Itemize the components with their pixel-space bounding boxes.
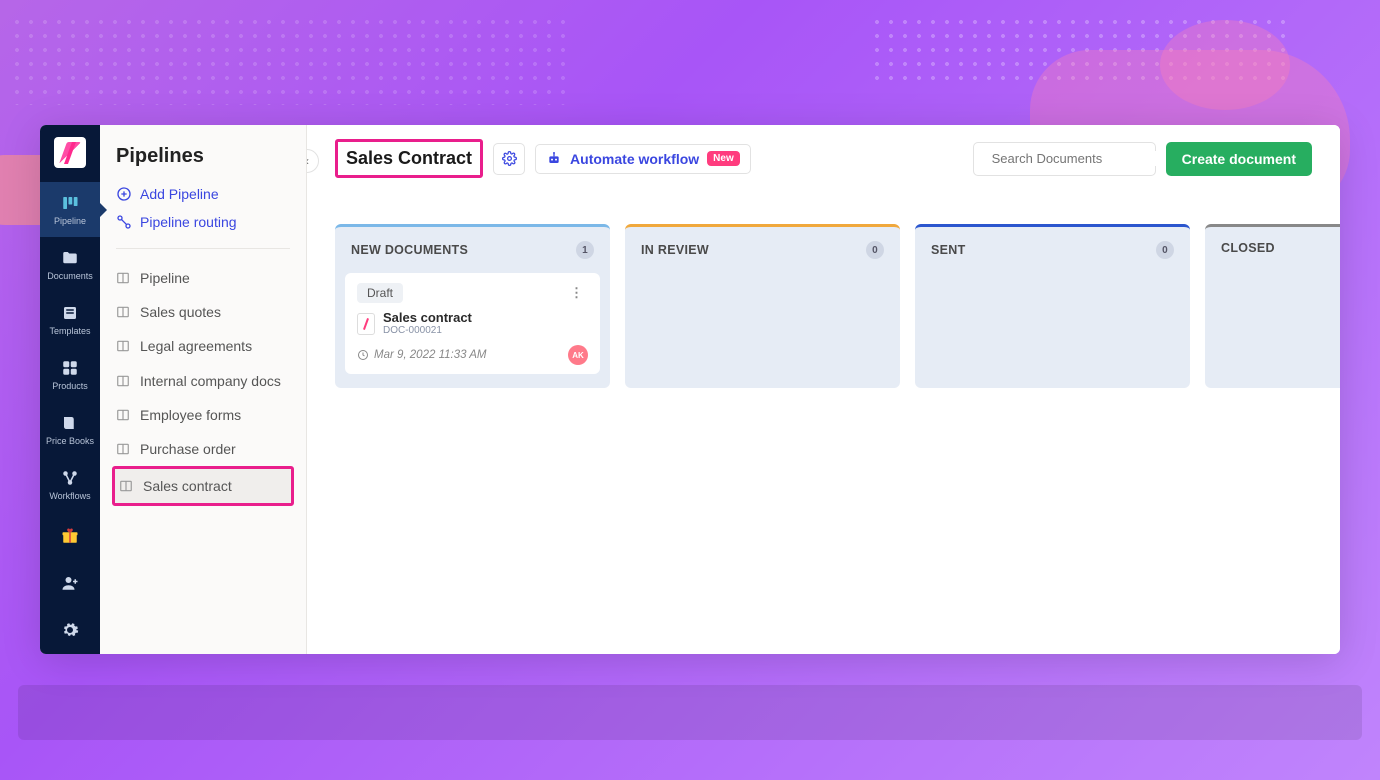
sidebar-item-internal-docs[interactable]: Internal company docs — [100, 364, 306, 398]
sidebar-item-legal-agreements[interactable]: Legal agreements — [100, 329, 306, 363]
columns-icon — [116, 374, 130, 388]
nav-products[interactable]: Products — [40, 347, 100, 402]
sidebar-item-sales-contract[interactable]: Sales contract — [115, 469, 291, 503]
automate-workflow-button[interactable]: Automate workflow New — [535, 144, 751, 174]
column-sent: SENT 0 — [915, 224, 1190, 388]
main-content: ‹ Sales Contract Automate workflow New C… — [307, 125, 1340, 654]
plus-circle-icon — [116, 186, 132, 202]
sidebar: Pipelines Add Pipeline Pipeline routing … — [100, 125, 307, 654]
create-document-button[interactable]: Create document — [1166, 142, 1312, 176]
pipeline-routing-action[interactable]: Pipeline routing — [100, 208, 306, 236]
settings-button[interactable] — [493, 143, 525, 175]
add-pipeline-action[interactable]: Add Pipeline — [100, 180, 306, 208]
grid-icon — [61, 359, 79, 377]
nav-rail: Pipeline Documents Templates Products Pr… — [40, 125, 100, 654]
automate-label: Automate workflow — [570, 151, 699, 167]
kanban-icon — [61, 194, 79, 212]
routing-icon — [116, 214, 132, 230]
nav-workflows[interactable]: Workflows — [40, 458, 100, 513]
gear-icon — [61, 621, 79, 639]
kanban-board: NEW DOCUMENTS 1 Draft ⋮ Sales contract D… — [335, 224, 1340, 388]
book-icon — [61, 414, 79, 432]
sidebar-item-sales-quotes[interactable]: Sales quotes — [100, 295, 306, 329]
new-badge: New — [707, 151, 740, 166]
templates-icon — [61, 304, 79, 322]
document-icon — [357, 313, 375, 335]
nav-label: Templates — [49, 326, 90, 336]
nav-label: Documents — [47, 271, 93, 281]
gear-icon — [502, 151, 517, 166]
list-item-label: Sales contract — [143, 477, 232, 495]
sidebar-item-pipeline[interactable]: Pipeline — [100, 261, 306, 295]
nav-label: Workflows — [49, 491, 90, 501]
nav-templates[interactable]: Templates — [40, 292, 100, 347]
collapse-sidebar-button[interactable]: ‹ — [307, 149, 319, 173]
status-badge: Draft — [357, 283, 403, 303]
columns-icon — [116, 305, 130, 319]
add-pipeline-label: Add Pipeline — [140, 186, 219, 202]
column-title: IN REVIEW — [641, 243, 709, 257]
search-input[interactable] — [992, 151, 1168, 166]
list-item-label: Legal agreements — [140, 337, 252, 355]
column-title: SENT — [931, 243, 966, 257]
avatar: AK — [568, 345, 588, 365]
card-doc-id: DOC-000021 — [383, 325, 472, 336]
nav-documents[interactable]: Documents — [40, 237, 100, 292]
columns-icon — [119, 479, 133, 493]
divider — [116, 248, 290, 249]
nav-settings[interactable] — [40, 607, 100, 654]
app-logo[interactable] — [54, 137, 86, 168]
list-item-label: Purchase order — [140, 440, 236, 458]
column-title: CLOSED — [1221, 241, 1275, 255]
nav-pipeline[interactable]: Pipeline — [40, 182, 100, 237]
list-item-label: Internal company docs — [140, 372, 281, 390]
count-badge: 0 — [866, 241, 884, 259]
nav-gift[interactable] — [40, 513, 100, 560]
app-window: Pipeline Documents Templates Products Pr… — [40, 125, 1340, 654]
nav-label: Price Books — [46, 436, 94, 446]
workflow-icon — [61, 469, 79, 487]
count-badge: 0 — [1156, 241, 1174, 259]
card-title: Sales contract — [383, 311, 472, 325]
nav-price-books[interactable]: Price Books — [40, 403, 100, 458]
columns-icon — [116, 339, 130, 353]
list-item-label: Employee forms — [140, 406, 241, 424]
sidebar-item-purchase-order[interactable]: Purchase order — [100, 432, 306, 466]
page-title: Sales Contract — [346, 148, 472, 169]
columns-icon — [116, 271, 130, 285]
nav-label: Products — [52, 381, 88, 391]
pipeline-routing-label: Pipeline routing — [140, 214, 237, 230]
sidebar-title: Pipelines — [100, 145, 306, 180]
column-closed: CLOSED — [1205, 224, 1340, 388]
card-more-button[interactable]: ⋮ — [566, 285, 588, 301]
robot-icon — [546, 151, 562, 167]
card-timestamp: Mar 9, 2022 11:33 AM — [357, 349, 487, 361]
nav-add-user[interactable] — [40, 560, 100, 607]
highlight-annotation: Sales Contract — [335, 139, 483, 178]
clock-icon — [357, 349, 369, 361]
column-title: NEW DOCUMENTS — [351, 243, 468, 257]
decorative-shadow — [18, 685, 1362, 740]
gift-icon — [61, 527, 79, 545]
chevron-left-icon: ‹ — [307, 154, 309, 168]
search-box[interactable] — [973, 142, 1156, 176]
nav-label: Pipeline — [54, 216, 86, 226]
highlight-annotation: Sales contract — [112, 466, 294, 506]
count-badge: 1 — [576, 241, 594, 259]
document-card[interactable]: Draft ⋮ Sales contract DOC-000021 M — [345, 273, 600, 374]
sidebar-item-employee-forms[interactable]: Employee forms — [100, 398, 306, 432]
topbar: Sales Contract Automate workflow New Cre… — [335, 139, 1340, 178]
list-item-label: Pipeline — [140, 269, 190, 287]
folder-icon — [61, 249, 79, 267]
decorative-dots — [10, 15, 570, 105]
columns-icon — [116, 442, 130, 456]
list-item-label: Sales quotes — [140, 303, 221, 321]
add-user-icon — [61, 574, 79, 592]
columns-icon — [116, 408, 130, 422]
column-new-documents: NEW DOCUMENTS 1 Draft ⋮ Sales contract D… — [335, 224, 610, 388]
column-in-review: IN REVIEW 0 — [625, 224, 900, 388]
